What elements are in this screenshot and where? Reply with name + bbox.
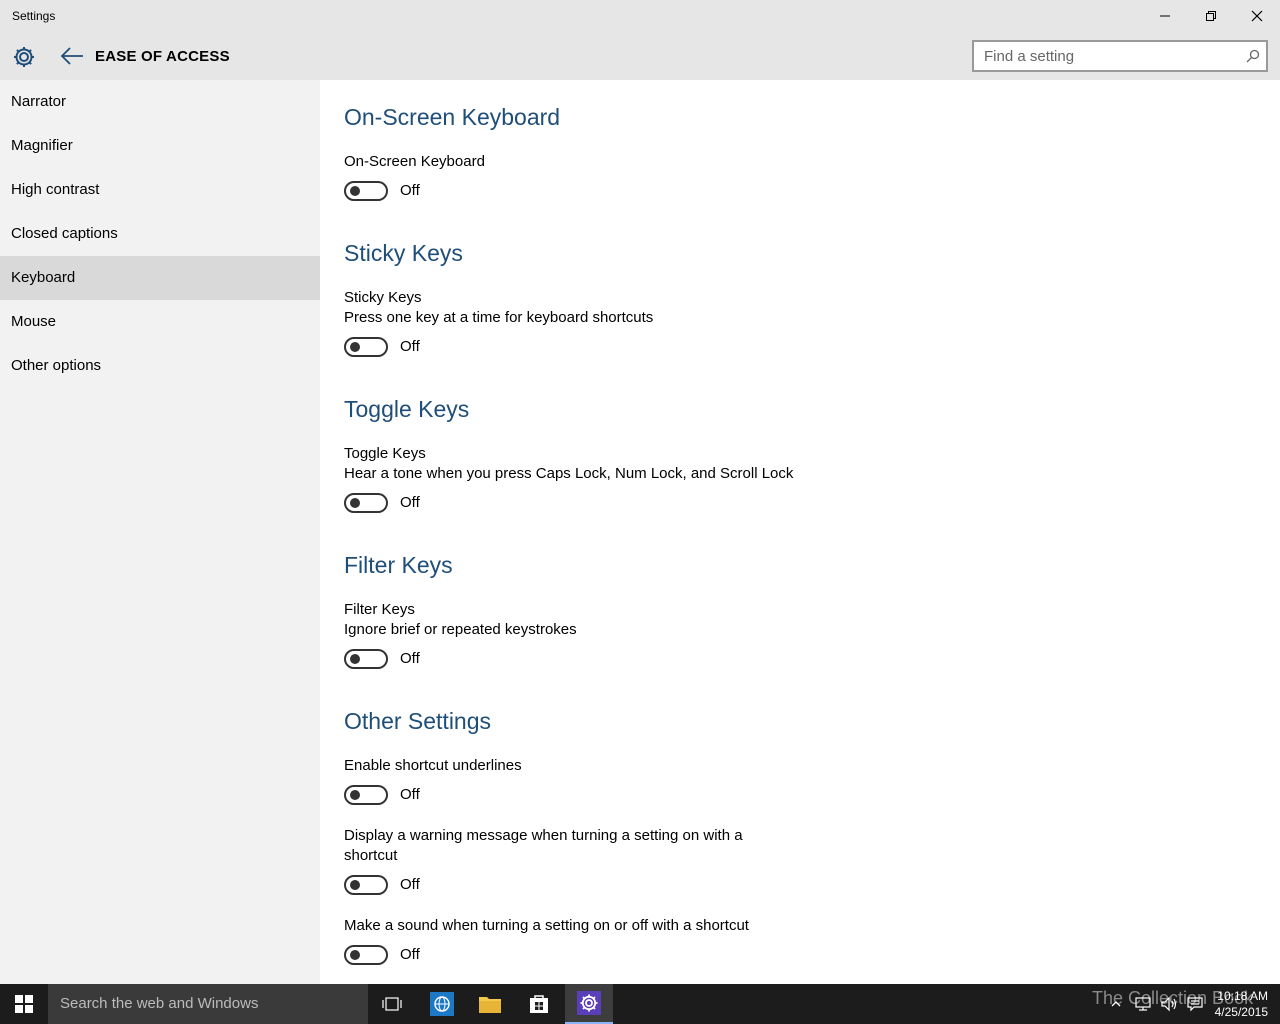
window-title: Settings [12, 9, 56, 23]
setting-label-shortcut-sound: Make a sound when turning a setting on o… [344, 917, 749, 934]
setting-label-filter-keys: Filter Keys [344, 601, 415, 618]
task-view-button[interactable] [368, 984, 416, 1024]
setting-label-warning-message-line2: shortcut [344, 847, 398, 864]
toggle-state-warning-message: Off [400, 876, 420, 893]
toggle-state-sticky-keys: Off [400, 338, 420, 355]
taskbar-settings-button[interactable] [565, 984, 613, 1024]
search-icon[interactable] [1246, 49, 1260, 63]
toggle-knob [350, 790, 360, 800]
section-title-toggle-keys: Toggle Keys [344, 396, 470, 422]
network-icon[interactable] [1134, 996, 1152, 1012]
windows-start-icon [15, 995, 33, 1013]
title-bar: Settings [0, 0, 1280, 32]
section-title-sticky-keys: Sticky Keys [344, 240, 463, 266]
restore-button[interactable] [1188, 0, 1234, 32]
taskbar-file-explorer-button[interactable] [466, 984, 514, 1024]
sidebar-item-mouse[interactable]: Mouse [0, 300, 320, 344]
section-title-filter-keys: Filter Keys [344, 552, 453, 578]
taskbar-browser-button[interactable] [418, 984, 466, 1024]
setting-label-sticky-keys: Sticky Keys [344, 289, 422, 306]
setting-desc-sticky-keys: Press one key at a time for keyboard sho… [344, 309, 654, 326]
search-input[interactable] [974, 42, 1234, 70]
taskbar-store-button[interactable] [515, 984, 563, 1024]
toggle-knob [350, 880, 360, 890]
minimize-button[interactable] [1142, 0, 1188, 32]
clock-date: 4/25/2015 [1214, 1005, 1268, 1019]
setting-desc-toggle-keys: Hear a tone when you press Caps Lock, Nu… [344, 465, 794, 482]
gear-icon [14, 47, 34, 67]
toggle-knob [350, 186, 360, 196]
toggle-toggle-keys[interactable] [344, 493, 388, 513]
search-box[interactable] [972, 40, 1268, 72]
volume-icon[interactable] [1160, 996, 1178, 1012]
toggle-state-shortcut-sound: Off [400, 946, 420, 963]
sidebar-item-narrator[interactable]: Narrator [0, 80, 320, 124]
toggle-on-screen-keyboard[interactable] [344, 181, 388, 201]
toggle-knob [350, 654, 360, 664]
taskbar: Search the web and Windows The Collectio… [0, 984, 1280, 1024]
action-center-icon[interactable] [1186, 996, 1204, 1012]
main-content: On-Screen Keyboard On-Screen Keyboard Of… [320, 80, 1280, 984]
tray-overflow-chevron-icon[interactable] [1110, 998, 1122, 1010]
setting-label-on-screen-keyboard: On-Screen Keyboard [344, 153, 485, 170]
restore-icon [1206, 11, 1216, 21]
sidebar-item-keyboard[interactable]: Keyboard [0, 256, 320, 300]
settings-header: EASE OF ACCESS [0, 32, 1280, 80]
setting-label-shortcut-underlines: Enable shortcut underlines [344, 757, 522, 774]
settings-app-icon [577, 991, 601, 1015]
section-title-on-screen-keyboard: On-Screen Keyboard [344, 104, 561, 130]
back-arrow-icon[interactable] [58, 44, 86, 68]
sidebar-nav: Narrator Magnifier High contrast Closed … [0, 80, 320, 984]
toggle-state-shortcut-underlines: Off [400, 786, 420, 803]
page-section-title: EASE OF ACCESS [95, 48, 230, 65]
edge-browser-icon [430, 992, 454, 1016]
system-tray [1110, 984, 1204, 1024]
minimize-icon [1160, 15, 1170, 17]
clock-time: 10:18 AM [1217, 989, 1268, 1003]
start-button[interactable] [0, 984, 48, 1024]
close-button[interactable] [1234, 0, 1280, 32]
toggle-knob [350, 498, 360, 508]
toggle-warning-message[interactable] [344, 875, 388, 895]
file-explorer-icon [479, 997, 501, 1013]
task-view-icon [382, 997, 402, 1011]
close-icon [1251, 10, 1263, 22]
toggle-state-toggle-keys: Off [400, 494, 420, 511]
sidebar-item-magnifier[interactable]: Magnifier [0, 124, 320, 168]
toggle-state-filter-keys: Off [400, 650, 420, 667]
toggle-sticky-keys[interactable] [344, 337, 388, 357]
taskbar-search-box[interactable]: Search the web and Windows [48, 984, 368, 1024]
toggle-knob [350, 950, 360, 960]
toggle-shortcut-underlines[interactable] [344, 785, 388, 805]
taskbar-clock[interactable]: 10:18 AM 4/25/2015 [1215, 988, 1268, 1020]
toggle-knob [350, 342, 360, 352]
setting-label-toggle-keys: Toggle Keys [344, 445, 426, 462]
sidebar-item-other-options[interactable]: Other options [0, 344, 320, 388]
store-icon [530, 995, 548, 1013]
toggle-filter-keys[interactable] [344, 649, 388, 669]
setting-label-warning-message-line1: Display a warning message when turning a… [344, 827, 743, 844]
section-title-other-settings: Other Settings [344, 708, 492, 734]
sidebar-item-closed-captions[interactable]: Closed captions [0, 212, 320, 256]
setting-desc-filter-keys: Ignore brief or repeated keystrokes [344, 621, 577, 638]
toggle-state-on-screen-keyboard: Off [400, 182, 420, 199]
toggle-shortcut-sound[interactable] [344, 945, 388, 965]
sidebar-item-high-contrast[interactable]: High contrast [0, 168, 320, 212]
